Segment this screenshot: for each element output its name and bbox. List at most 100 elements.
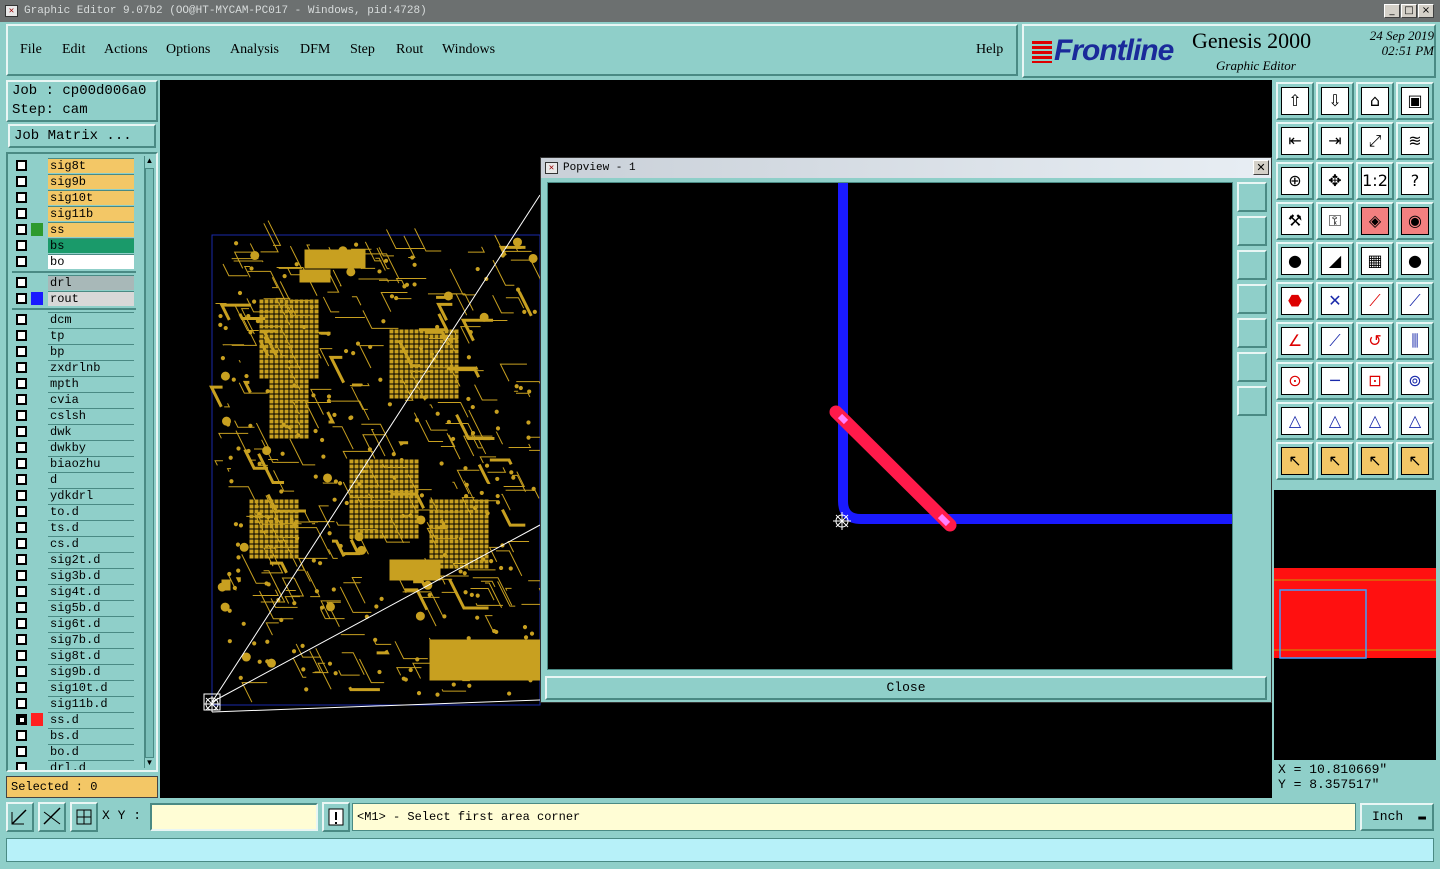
chamfer-icon[interactable]: ⫼ <box>1396 322 1434 360</box>
layer-checkbox[interactable] <box>16 277 27 288</box>
layer-row[interactable]: sig6t.d <box>12 616 134 631</box>
scroll-thumb[interactable] <box>145 168 154 758</box>
units-selector[interactable]: Inch ▬ <box>1360 803 1434 831</box>
popview-zoom-home-icon[interactable] <box>1237 182 1267 212</box>
layer-checkbox[interactable] <box>16 762 27 770</box>
layer-name[interactable]: bp <box>48 344 134 359</box>
layer-row[interactable]: tp <box>12 328 134 343</box>
select-box-icon[interactable]: ↖ <box>1316 442 1354 480</box>
center-icon[interactable]: ✥ <box>1316 162 1354 200</box>
pan-left-icon[interactable]: ⇤ <box>1276 122 1314 160</box>
popview-title-bar[interactable]: ✕ Popview - 1 <box>541 158 1271 178</box>
layer-row[interactable]: sig4t.d <box>12 584 134 599</box>
line-cut-icon[interactable]: ─ <box>1316 362 1354 400</box>
select-path-icon[interactable]: ↖ <box>1396 442 1434 480</box>
layer-row[interactable]: cs.d <box>12 536 134 551</box>
surface-icon[interactable]: ◢ <box>1316 242 1354 280</box>
layer-name[interactable]: sig4t.d <box>48 584 134 599</box>
wrench-icon[interactable]: ⚒ <box>1276 202 1314 240</box>
scroll-down-icon[interactable]: ▼ <box>145 758 154 768</box>
layer-name[interactable]: ss.d <box>48 712 134 727</box>
layer-name[interactable]: bs <box>48 238 134 253</box>
layer-checkbox[interactable] <box>16 458 27 469</box>
layer-checkbox[interactable] <box>16 586 27 597</box>
triangle-c-icon[interactable]: △ <box>1356 402 1394 440</box>
layer-row[interactable]: mpth <box>12 376 134 391</box>
layer-checkbox[interactable] <box>16 714 27 725</box>
layer-checkbox[interactable] <box>16 554 27 565</box>
menu-help[interactable]: Help <box>976 42 1003 58</box>
line-draw-icon[interactable]: ⟋ <box>1316 322 1354 360</box>
layer-name[interactable]: sig5b.d <box>48 600 134 615</box>
popview-center-icon[interactable] <box>1237 386 1267 416</box>
help-query-icon[interactable]: ? <box>1396 162 1434 200</box>
menu-step[interactable]: Step <box>350 42 375 58</box>
layer-checkbox[interactable] <box>16 192 27 203</box>
layer-name[interactable]: cs.d <box>48 536 134 551</box>
layer-row[interactable]: ydkdrl <box>12 488 134 503</box>
zoom-out-icon[interactable]: ⌂ <box>1356 82 1394 120</box>
pad-icon[interactable]: ● <box>1276 242 1314 280</box>
layer-scrollbar[interactable]: ▲ ▼ <box>144 156 154 768</box>
menu-dfm[interactable]: DFM <box>300 42 330 58</box>
popview-fit-icon[interactable] <box>1237 352 1267 382</box>
layer-row[interactable]: ts.d <box>12 520 134 535</box>
popview-pan-right-icon[interactable] <box>1237 318 1267 348</box>
popview-zoom-out-icon[interactable] <box>1237 250 1267 280</box>
layer-row[interactable]: d <box>12 472 134 487</box>
layer-row[interactable]: cslsh <box>12 408 134 423</box>
layer-name[interactable]: sig2t.d <box>48 552 134 567</box>
layer-name[interactable]: ts.d <box>48 520 134 535</box>
snap-grid-icon[interactable]: ◉ <box>1396 202 1434 240</box>
layer-name[interactable]: drl <box>48 275 134 290</box>
arc-connect-icon[interactable]: ⟋ <box>1396 282 1434 320</box>
layer-checkbox[interactable] <box>16 240 27 251</box>
triangle-d-icon[interactable]: △ <box>1396 402 1434 440</box>
layer-checkbox[interactable] <box>16 698 27 709</box>
triangle-b-icon[interactable]: △ <box>1316 402 1354 440</box>
layer-row[interactable]: bs.d <box>12 728 134 743</box>
layer-row[interactable]: cvia <box>12 392 134 407</box>
menu-file[interactable]: File <box>20 42 42 58</box>
menu-rout[interactable]: Rout <box>396 42 423 58</box>
close-window-button[interactable]: × <box>1418 4 1434 18</box>
pan-right-icon[interactable]: ⇥ <box>1316 122 1354 160</box>
layer-checkbox[interactable] <box>16 394 27 405</box>
layer-name[interactable]: zxdrlnb <box>48 360 134 375</box>
layer-row[interactable]: ss.d <box>12 712 134 727</box>
menu-edit[interactable]: Edit <box>62 42 85 58</box>
ruler-icon[interactable]: ▦ <box>1356 242 1394 280</box>
multi-pad-icon[interactable]: ⊚ <box>1396 362 1434 400</box>
layer-checkbox[interactable] <box>16 522 27 533</box>
scale-1-2-icon[interactable]: 1:2 <box>1356 162 1394 200</box>
layer-checkbox[interactable] <box>16 730 27 741</box>
layer-row[interactable]: sig5b.d <box>12 600 134 615</box>
maximize-button[interactable]: □ <box>1401 4 1417 18</box>
menu-options[interactable]: Options <box>166 42 210 58</box>
popview-zoom-in-icon[interactable] <box>1237 216 1267 246</box>
select-arrow-icon[interactable]: ↖ <box>1276 442 1314 480</box>
layer-checkbox[interactable] <box>16 618 27 629</box>
overview-map[interactable] <box>1274 490 1436 760</box>
arc-draw-icon[interactable]: ↺ <box>1356 322 1394 360</box>
select-lasso-icon[interactable]: ↖ <box>1356 442 1394 480</box>
snap-points-icon[interactable]: ◈ <box>1356 202 1394 240</box>
menu-windows[interactable]: Windows <box>442 42 495 58</box>
layer-checkbox[interactable] <box>16 314 27 325</box>
resize-icon[interactable]: ⊡ <box>1356 362 1394 400</box>
layer-name[interactable]: sig6t.d <box>48 616 134 631</box>
layer-row[interactable]: rout <box>12 291 134 306</box>
line-angle-icon[interactable]: ∠ <box>1276 322 1314 360</box>
layer-name[interactable]: sig11b.d <box>48 696 134 711</box>
xy-input[interactable] <box>150 803 318 831</box>
layer-checkbox[interactable] <box>16 362 27 373</box>
layer-checkbox[interactable] <box>16 176 27 187</box>
scroll-up-icon[interactable]: ▲ <box>145 156 154 166</box>
layer-checkbox[interactable] <box>16 474 27 485</box>
layer-checkbox[interactable] <box>16 746 27 757</box>
layer-row[interactable]: dwkby <box>12 440 134 455</box>
layer-name[interactable]: sig11b <box>48 206 134 221</box>
layer-row[interactable]: sig8t.d <box>12 648 134 663</box>
layer-name[interactable]: biaozhu <box>48 456 134 471</box>
menu-actions[interactable]: Actions <box>104 42 148 58</box>
